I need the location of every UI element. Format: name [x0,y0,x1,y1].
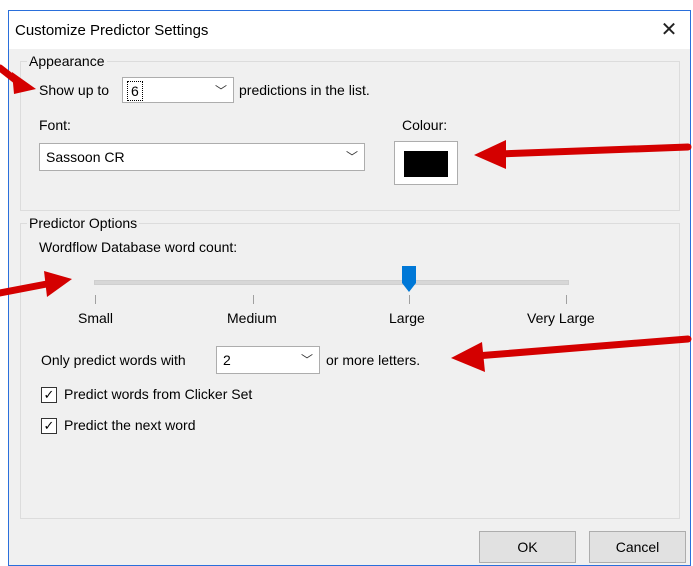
word-count-slider-thumb[interactable] [402,266,416,292]
slider-tick-label-small: Small [78,310,114,326]
chevron-down-icon: ﹀ [300,353,313,367]
slider-tick-large [409,295,410,304]
show-up-to-label: Show up to [39,82,110,98]
ok-button[interactable]: OK [479,531,576,563]
appearance-legend: Appearance [27,53,107,69]
predict-clicker-label[interactable]: Predict words from Clicker Set [64,386,252,402]
predict-clicker-checkbox[interactable]: ✓ [41,387,57,403]
predictions-suffix-label: predictions in the list. [239,82,370,98]
predict-next-word-label[interactable]: Predict the next word [64,417,196,433]
min-letters-select[interactable]: 2 ﹀ [216,346,320,374]
colour-button[interactable] [394,141,458,185]
min-letters-suffix-label: or more letters. [326,352,421,368]
colour-swatch [404,151,448,177]
dialog-title: Customize Predictor Settings [15,22,209,39]
chevron-down-icon: ﹀ [345,150,358,164]
cancel-button[interactable]: Cancel [589,531,686,563]
slider-tick-small [95,295,96,304]
min-letters-value: 2 [223,352,231,368]
min-letters-prefix-label: Only predict words with [41,352,186,368]
close-icon[interactable]: ✕ [648,11,690,49]
prediction-count-value: 6 [127,81,143,101]
prediction-count-select[interactable]: 6 ﹀ [122,77,234,103]
check-icon: ✓ [43,418,55,433]
slider-tick-medium [253,295,254,304]
title-bar: Customize Predictor Settings ✕ [9,11,690,49]
font-label: Font: [39,117,71,133]
predictor-options-legend: Predictor Options [27,215,140,231]
word-count-slider-track[interactable] [94,280,569,285]
slider-tick-very-large [566,295,567,304]
slider-tick-label-medium: Medium [227,310,277,326]
word-count-label: Wordflow Database word count: [39,239,238,255]
chevron-down-icon: ﹀ [214,84,227,98]
font-value: Sassoon CR [46,149,125,165]
predict-next-word-checkbox[interactable]: ✓ [41,418,57,434]
slider-tick-label-very-large: Very Large [527,310,595,326]
customize-predictor-dialog: Customize Predictor Settings ✕ Appearanc… [8,10,691,566]
colour-label: Colour: [402,117,448,133]
font-select[interactable]: Sassoon CR ﹀ [39,143,365,171]
slider-tick-label-large: Large [389,310,425,326]
predictor-options-group [20,223,680,519]
check-icon: ✓ [43,387,55,402]
